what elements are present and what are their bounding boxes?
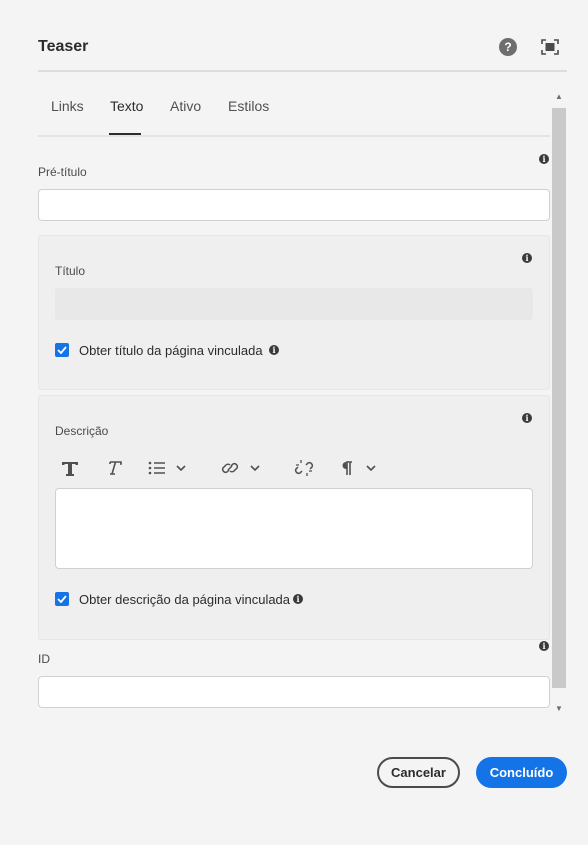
tab-list: Links Texto Ativo Estilos xyxy=(38,98,550,137)
tab-texto[interactable]: Texto xyxy=(110,98,143,137)
header-divider xyxy=(38,70,567,72)
scroll-up-arrow[interactable]: ▲ xyxy=(552,92,566,104)
id-label: ID xyxy=(38,652,50,666)
scroll-down-arrow[interactable]: ▼ xyxy=(552,704,566,716)
description-label: Descrição xyxy=(55,424,109,438)
tab-estilos[interactable]: Estilos xyxy=(228,98,269,137)
paragraph-icon[interactable] xyxy=(338,457,380,479)
tab-links[interactable]: Links xyxy=(51,98,84,137)
title-checkbox-label[interactable]: Obter título da página vinculada xyxy=(79,343,263,358)
pretitle-input[interactable] xyxy=(38,189,550,221)
italic-icon[interactable] xyxy=(102,457,126,479)
list-icon[interactable] xyxy=(147,457,189,479)
bold-icon[interactable] xyxy=(58,457,82,479)
description-info-icon[interactable]: i xyxy=(522,413,532,423)
title-input xyxy=(55,288,533,320)
cancel-button[interactable]: Cancelar xyxy=(377,757,460,788)
description-editor[interactable] xyxy=(55,488,533,569)
id-info-icon[interactable]: i xyxy=(539,641,549,651)
tab-ativo[interactable]: Ativo xyxy=(170,98,201,137)
description-checkbox[interactable] xyxy=(55,592,69,606)
scrollbar-thumb[interactable] xyxy=(552,108,566,688)
title-info-icon[interactable]: i xyxy=(522,253,532,263)
description-checkbox-label[interactable]: Obter descrição da página vinculada xyxy=(79,592,290,607)
title-label: Título xyxy=(55,264,86,278)
dialog-title: Teaser xyxy=(38,38,89,55)
help-icon[interactable]: ? xyxy=(499,38,517,56)
title-checkbox[interactable] xyxy=(55,343,69,357)
description-checkbox-info-icon[interactable]: i xyxy=(293,594,303,604)
id-input[interactable] xyxy=(38,676,550,708)
pretitle-info-icon[interactable]: i xyxy=(539,154,549,164)
pretitle-label: Pré-título xyxy=(38,165,87,179)
fullscreen-icon[interactable] xyxy=(541,39,559,55)
link-icon[interactable] xyxy=(221,457,263,479)
title-checkbox-info-icon[interactable]: i xyxy=(269,345,279,355)
done-button[interactable]: Concluído xyxy=(476,757,567,788)
active-tab-indicator xyxy=(109,133,141,135)
unlink-icon[interactable] xyxy=(292,457,316,479)
